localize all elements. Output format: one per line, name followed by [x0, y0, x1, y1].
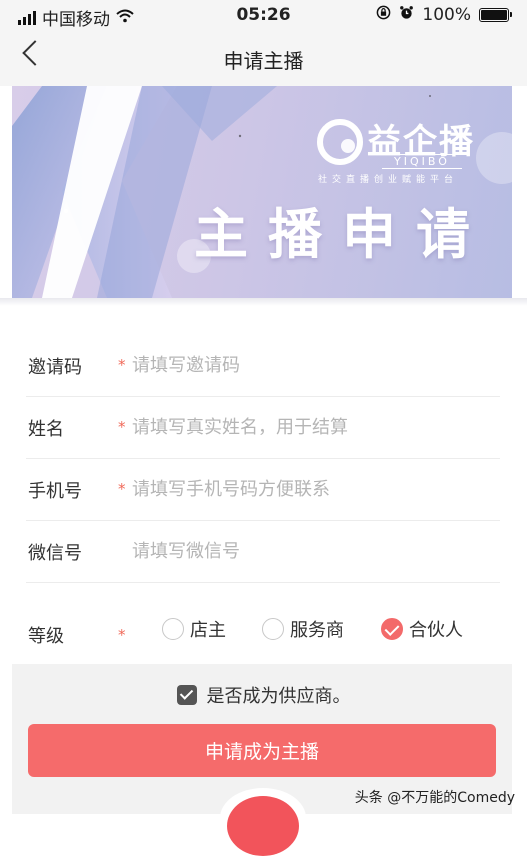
- radio-checked-icon: [381, 618, 403, 640]
- grade-option-shop-owner[interactable]: 店主: [162, 616, 226, 642]
- watermark: 头条 @不万能的Comedy: [354, 790, 515, 806]
- banner-headline: 主播申请: [194, 203, 490, 266]
- required-mark: *: [118, 480, 126, 498]
- battery-percent: 100%: [422, 5, 471, 25]
- invite-code-label: 邀请码: [28, 357, 82, 378]
- grade-option-label: 店主: [190, 620, 226, 641]
- grade-option-service-provider[interactable]: 服务商: [262, 616, 344, 642]
- phone-input[interactable]: [130, 470, 494, 508]
- wechat-label: 微信号: [28, 543, 82, 564]
- page-title: 申请主播: [223, 49, 304, 73]
- required-mark: *: [118, 626, 126, 644]
- banner: 益企播 YIQIBO 社交直播创业赋能平台 主播申请: [12, 86, 512, 298]
- alarm-icon: [399, 5, 414, 25]
- status-right: 100%: [376, 5, 512, 25]
- required-mark: *: [118, 356, 126, 374]
- grade-option-partner[interactable]: 合伙人: [381, 616, 463, 642]
- grade-label: 等级: [28, 626, 64, 647]
- invite-code-input[interactable]: [130, 346, 494, 384]
- radio-unchecked-icon: [262, 618, 284, 640]
- banner-divider: [0, 298, 527, 306]
- brand-logo-icon: [317, 119, 363, 165]
- supplier-checkbox-label: 是否成为供应商。: [206, 686, 351, 707]
- name-row: 姓名 *: [26, 396, 500, 459]
- grade-option-label: 服务商: [290, 620, 344, 641]
- status-bar: 中国移动 05:26 100%: [0, 0, 527, 30]
- brand-roman: YIQIBO: [382, 154, 462, 169]
- submit-button[interactable]: 申请成为主播: [28, 724, 496, 777]
- battery-icon: [479, 8, 512, 22]
- grade-row: 等级 * 店主 服务商 合伙人: [26, 600, 500, 662]
- phone-label: 手机号: [28, 481, 82, 502]
- floating-action-button[interactable]: [220, 788, 306, 856]
- checkbox-checked-icon: [176, 685, 197, 705]
- required-mark: *: [118, 418, 126, 436]
- phone-row: 手机号 *: [26, 458, 500, 521]
- wechat-row: 微信号: [26, 520, 500, 583]
- wechat-input[interactable]: [130, 532, 494, 570]
- nav-bar: 申请主播: [0, 30, 527, 86]
- name-input[interactable]: [130, 408, 494, 446]
- grade-option-label: 合伙人: [409, 620, 463, 641]
- name-label: 姓名: [28, 419, 64, 440]
- invite-code-row: 邀请码 *: [26, 334, 500, 397]
- radio-unchecked-icon: [162, 618, 184, 640]
- brand-tagline: 社交直播创业赋能平台: [318, 175, 459, 185]
- supplier-checkbox[interactable]: 是否成为供应商。: [0, 682, 527, 708]
- rotation-lock-icon: [376, 5, 391, 25]
